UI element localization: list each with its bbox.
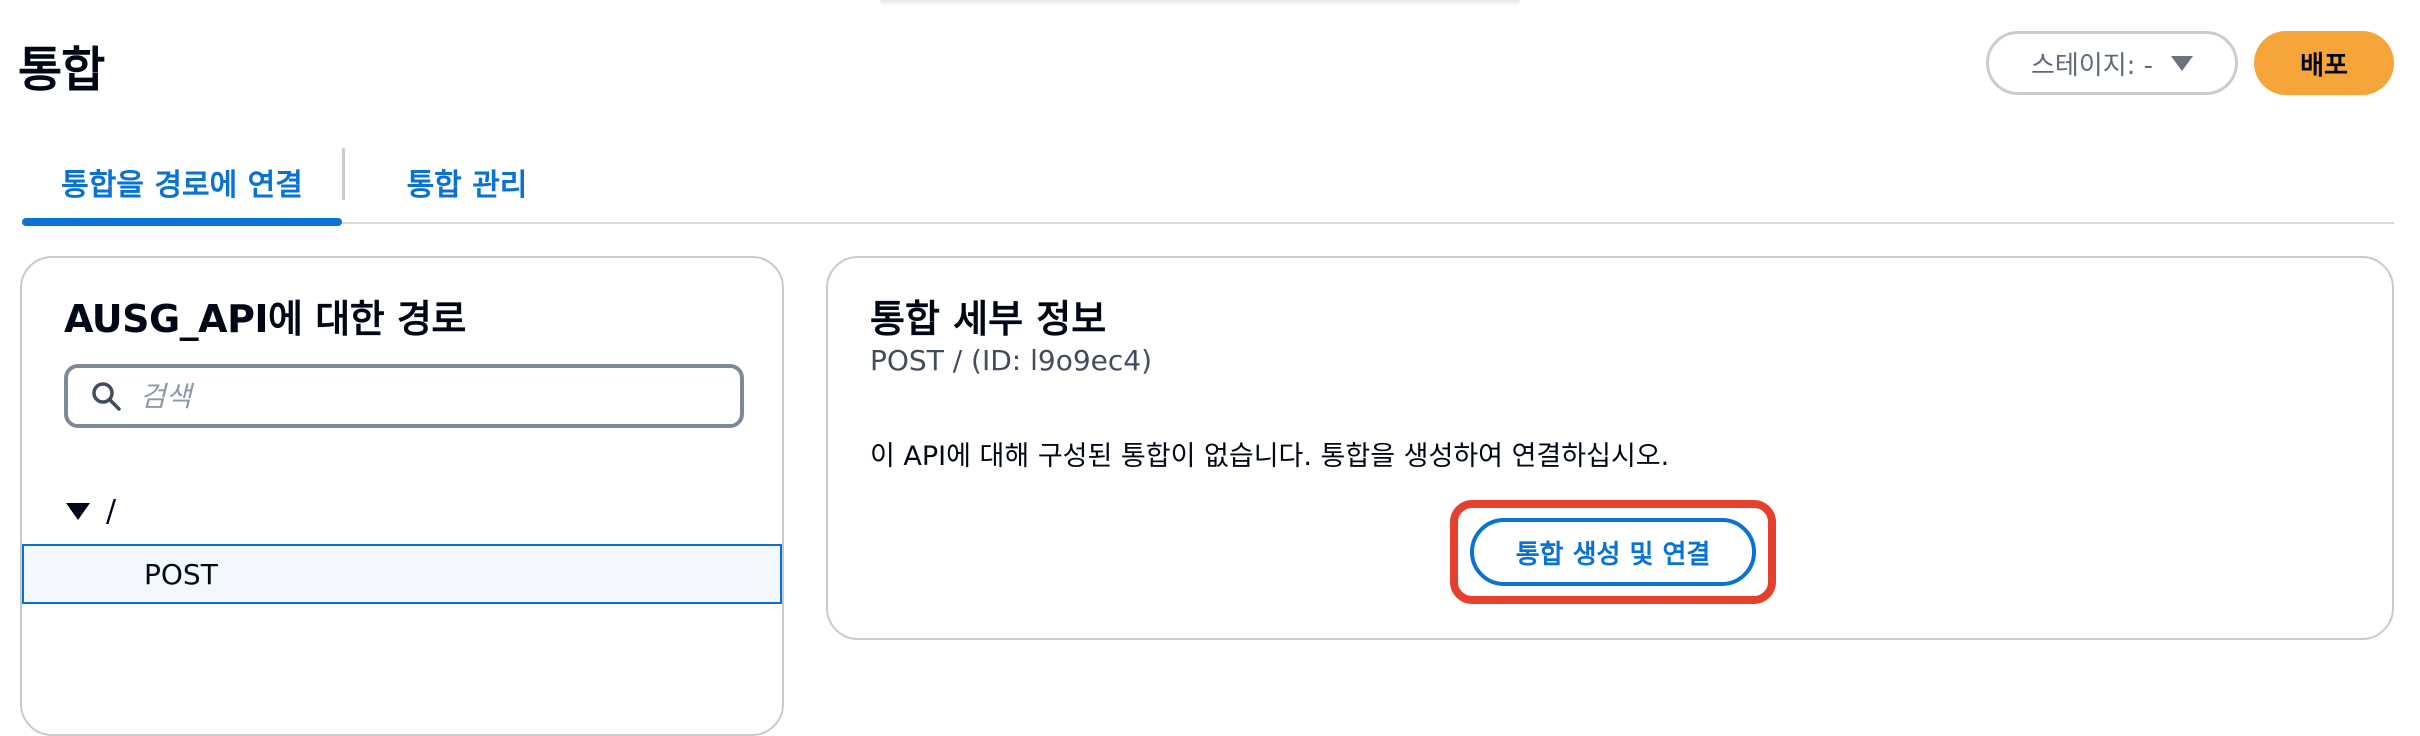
caret-down-icon	[2171, 55, 2194, 71]
top-shadow	[880, 0, 1520, 6]
tree-item-post[interactable]: POST	[22, 544, 782, 604]
tree-root-node[interactable]: /	[66, 494, 116, 529]
tree-item-label: POST	[144, 557, 218, 591]
routes-panel-title: AUSG_API에 대한 경로	[64, 297, 466, 341]
routes-panel: AUSG_API에 대한 경로 / POST	[20, 256, 784, 736]
integration-details-panel: 통합 세부 정보 POST / (ID: l9o9ec4) 이 API에 대해 …	[826, 256, 2394, 640]
details-message: 이 API에 대해 구성된 통합이 없습니다. 통합을 생성하여 연결하십시오.	[870, 441, 1670, 472]
details-title: 통합 세부 정보	[870, 297, 1107, 341]
create-and-attach-integration-button[interactable]: 통합 생성 및 연결	[1470, 518, 1756, 586]
search-input[interactable]	[138, 378, 698, 414]
details-subtitle: POST / (ID: l9o9ec4)	[870, 344, 1153, 377]
search-box[interactable]	[64, 364, 744, 428]
tab-manage-integrations[interactable]: 통합 관리	[358, 140, 576, 224]
search-icon	[92, 382, 121, 411]
tab-divider	[342, 148, 345, 200]
page-title: 통합	[18, 42, 105, 98]
stage-select[interactable]: 스테이지: -	[1986, 31, 2238, 95]
tree-root-label: /	[106, 494, 117, 529]
tab-bar: 통합을 경로에 연결 통합 관리	[22, 140, 2394, 226]
deploy-button[interactable]: 배포	[2254, 31, 2394, 95]
highlight-annotation: 통합 생성 및 연결	[1450, 500, 1776, 604]
caret-down-icon[interactable]	[66, 503, 90, 520]
tab-attach-integrations[interactable]: 통합을 경로에 연결	[22, 140, 342, 226]
stage-select-label: 스테이지: -	[2030, 50, 2154, 81]
